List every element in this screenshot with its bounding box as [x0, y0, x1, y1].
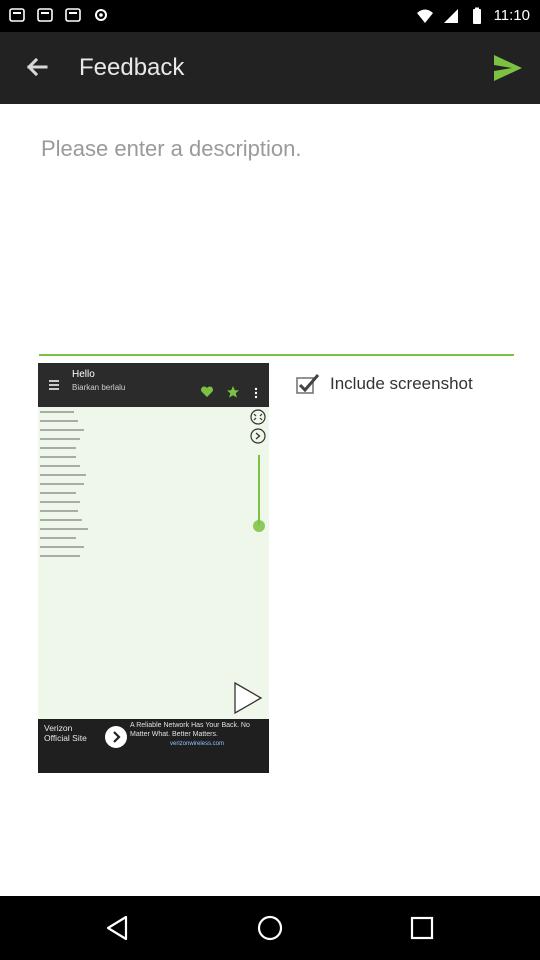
back-arrow-icon[interactable] [18, 52, 54, 84]
nav-home-icon[interactable] [254, 912, 286, 944]
preview-play-icon [234, 681, 263, 715]
page-title: Feedback [79, 54, 185, 81]
include-screenshot-label: Include screenshot [330, 374, 473, 393]
notification-icon [9, 8, 25, 22]
app-bar: Feedback [0, 32, 540, 104]
settings-icon [95, 9, 107, 21]
include-screenshot-checkbox[interactable]: Include screenshot [296, 372, 473, 396]
preview-lyrics-text [40, 411, 88, 564]
send-icon[interactable] [490, 50, 526, 86]
preview-app-bar: Hello Biarkan berlalu [38, 363, 269, 407]
nav-recents-icon[interactable] [406, 912, 438, 944]
navigation-bar [0, 896, 540, 960]
preview-side-controls [250, 409, 266, 444]
nav-back-icon[interactable] [102, 912, 134, 944]
screenshot-preview: Hello Biarkan berlalu Verizon Official S… [38, 363, 269, 773]
ad-arrow-icon [105, 726, 127, 748]
preview-subtitle: Biarkan berlalu [72, 383, 126, 392]
preview-scroll-slider [253, 455, 265, 532]
heart-icon [200, 386, 214, 397]
preview-title: Hello [72, 369, 95, 380]
menu-icon [49, 380, 59, 390]
preview-ad-text: A Reliable Network Has Your Back. No Mat… [130, 722, 250, 738]
star-icon [227, 386, 239, 398]
preview-ad-url: verizonwireless.com [170, 741, 225, 747]
status-bar: 11:10 [0, 0, 540, 32]
status-time: 11:10 [493, 7, 530, 24]
wifi-icon [416, 9, 433, 23]
description-input[interactable] [39, 130, 514, 356]
preview-ad-brand: Verizon Official Site [44, 723, 87, 743]
more-vert-icon [254, 387, 258, 399]
notification-icon [65, 8, 81, 22]
preview-ad-banner: Verizon Official Site A Reliable Network… [38, 719, 269, 773]
battery-icon [472, 7, 481, 24]
signal-icon [443, 9, 458, 23]
notification-icon [37, 8, 53, 22]
checkmark-icon [296, 373, 320, 395]
